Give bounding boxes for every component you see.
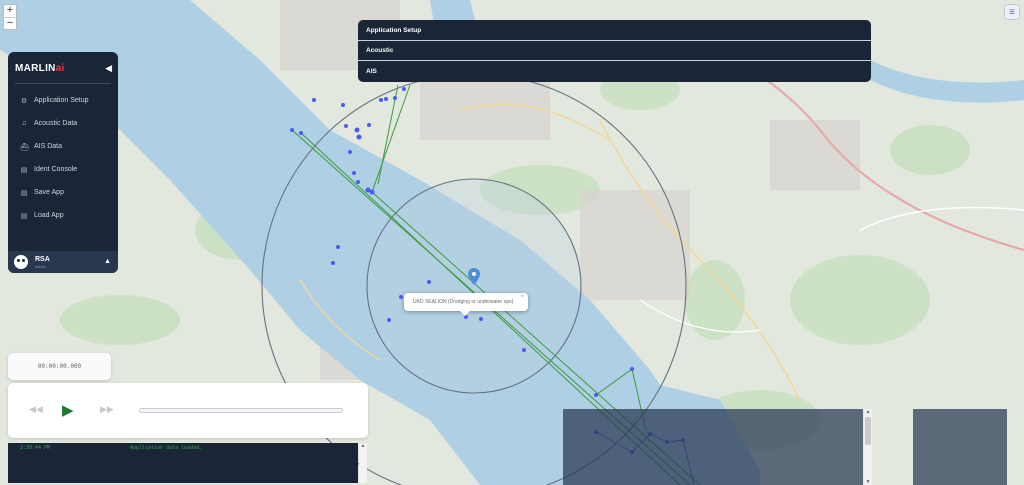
playback-controls: ◀◀ ▶ ▶▶	[8, 383, 368, 438]
playback-progress-slider[interactable]	[139, 408, 343, 413]
divider	[15, 83, 111, 84]
sidebar-item-application-setup[interactable]: ⚙ Application Setup	[8, 89, 118, 112]
log-timestamp: 2:30:44 PM	[20, 445, 51, 451]
user-name: RSA	[35, 255, 50, 263]
user-subtitle: admin	[35, 263, 46, 269]
console-scrollbar[interactable]: ▲	[359, 443, 367, 483]
zoom-control: + −	[3, 4, 17, 30]
zoom-out-button[interactable]: −	[4, 17, 16, 29]
gear-icon: ⚙	[20, 97, 28, 105]
play-icon[interactable]: ▶	[62, 401, 74, 419]
chevron-left-icon[interactable]: ◀	[105, 63, 112, 74]
accordion-application-setup[interactable]: Application Setup	[358, 20, 871, 41]
chevron-up-icon[interactable]: ▲	[104, 258, 111, 265]
sidebar-item-save-app[interactable]: ▤ Save App	[8, 181, 118, 204]
clipboard-icon: ▤	[20, 166, 28, 174]
accordion-ais[interactable]: AIS	[358, 61, 871, 82]
data-panel-scrollbar[interactable]: ▲ ▼	[864, 409, 872, 485]
data-panel-side	[913, 409, 1007, 485]
ship-icon: ⛴	[20, 143, 29, 151]
sidebar-nav: ⚙ Application Setup ♫ Acoustic Data ⛴ AI…	[8, 89, 118, 227]
log-message: Application data loaded.	[130, 445, 203, 451]
playback-timer: 00:00:00.000	[8, 353, 111, 380]
close-icon[interactable]: ×	[520, 294, 524, 300]
scroll-down-icon[interactable]: ▼	[864, 479, 872, 485]
app-logo: MARLINai	[15, 63, 65, 74]
headphones-icon: ♫	[21, 120, 27, 127]
sidebar-item-load-app[interactable]: ▤ Load App	[8, 204, 118, 227]
vessel-popup: UKD SEALION (Dredging or underwater ops)…	[404, 293, 528, 316]
user-menu[interactable]: RSA admin ▲	[8, 251, 118, 273]
sidebar-item-ais-data[interactable]: ⛴ AIS Data	[8, 135, 118, 158]
fast-forward-icon[interactable]: ▶▶	[100, 404, 114, 415]
sidebar-item-label: Application Setup	[34, 97, 89, 104]
sidebar-item-ident-console[interactable]: ▤ Ident Console	[8, 158, 118, 181]
zoom-in-button[interactable]: +	[4, 5, 16, 17]
accordion-acoustic[interactable]: Acoustic	[358, 41, 871, 61]
rewind-icon[interactable]: ◀◀	[29, 404, 43, 415]
brand-main: MARLIN	[15, 63, 56, 74]
scroll-up-icon[interactable]: ▲	[864, 409, 872, 415]
log-console: 2:30:44 PM Application data loaded.	[8, 443, 358, 483]
layers-icon[interactable]: ≡	[1004, 4, 1020, 20]
avatar	[14, 255, 28, 269]
sidebar-item-label: Ident Console	[34, 166, 78, 173]
scrollbar-thumb[interactable]	[865, 417, 871, 445]
sidebar-item-label: Save App	[34, 189, 64, 196]
save-icon: ▤	[20, 189, 28, 197]
sidebar: MARLINai ◀ ⚙ Application Setup ♫ Acousti…	[8, 52, 118, 273]
brand-accent: ai	[55, 63, 65, 74]
sidebar-item-label: Acoustic Data	[34, 120, 78, 127]
file-icon: ▤	[20, 212, 28, 220]
sidebar-item-label: AIS Data	[34, 143, 63, 150]
sidebar-item-label: Load App	[34, 212, 64, 219]
vessel-popup-text: UKD SEALION (Dredging or underwater ops)	[413, 299, 514, 305]
sidebar-item-acoustic-data[interactable]: ♫ Acoustic Data	[8, 112, 118, 135]
settings-accordion: Application Setup Acoustic AIS	[358, 20, 871, 82]
data-panel-main	[563, 409, 863, 485]
